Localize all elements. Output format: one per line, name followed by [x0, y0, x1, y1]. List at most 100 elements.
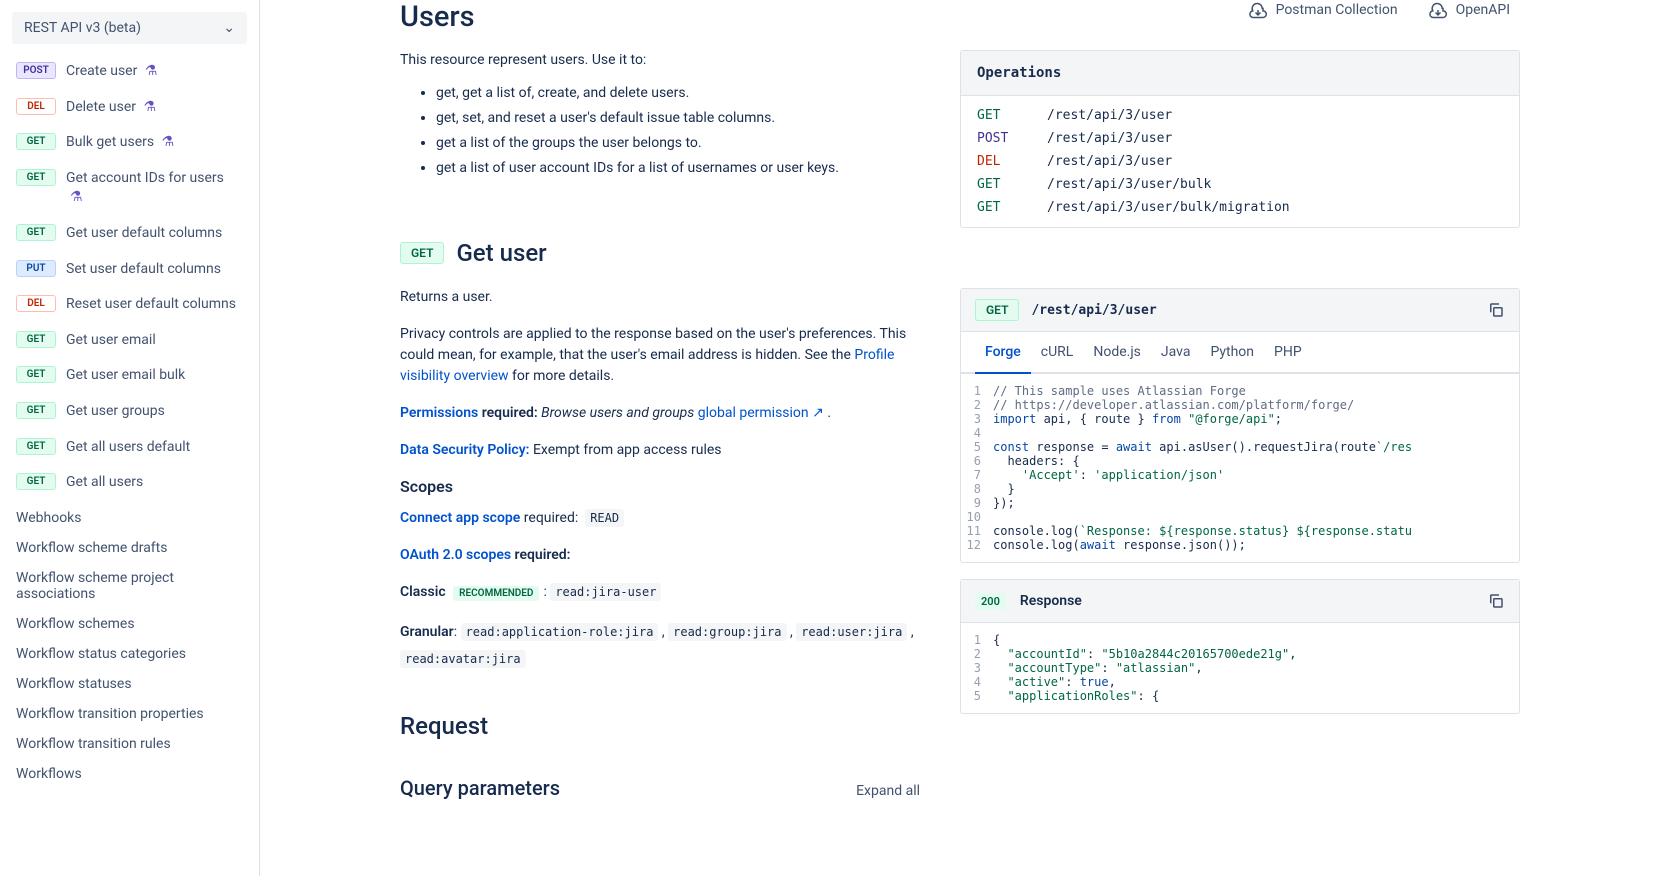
sidebar-item[interactable]: Workflow transition rules [12, 729, 247, 759]
op-method: DEL [977, 154, 1017, 169]
nav-label: Reset user default columns [66, 295, 236, 315]
method-badge: GET [16, 133, 56, 150]
openapi-button[interactable]: OpenAPI [1428, 0, 1510, 20]
sidebar-item[interactable]: GET Get user groups [12, 396, 247, 428]
sidebar-item[interactable]: DEL Reset user default columns [12, 289, 247, 321]
code-tab[interactable]: PHP [1264, 332, 1312, 374]
response-panel: 200 Response 1{ 2 "accountId": "5b10a284… [960, 579, 1520, 714]
request-heading: Request [400, 712, 920, 740]
sidebar-item[interactable]: Workflow statuses [12, 669, 247, 699]
sidebar-item[interactable]: GET Get all users default [12, 432, 247, 464]
code-tab[interactable]: cURL [1031, 332, 1084, 374]
sidebar-item[interactable]: Workflow scheme project associations [12, 563, 247, 609]
chevron-down-icon: ⌄ [223, 20, 235, 36]
flask-icon: ⚗ [145, 63, 158, 79]
method-badge: GET [16, 473, 56, 490]
connect-scope-code: READ [585, 509, 624, 527]
scopes-heading: Scopes [400, 477, 920, 496]
cloud-download-icon [1428, 0, 1448, 20]
status-badge: 200 [975, 593, 1006, 610]
sidebar-item[interactable]: GET Bulk get users ⚗ [12, 127, 247, 159]
code-tab[interactable]: Forge [975, 332, 1031, 374]
page-title: Users [400, 0, 920, 34]
dsp-link[interactable]: Data Security Policy: [400, 442, 530, 458]
method-badge: DEL [16, 295, 56, 312]
sidebar-item[interactable]: DELDelete user ⚗ [12, 92, 247, 124]
sidebar-item[interactable]: Workflow transition properties [12, 699, 247, 729]
method-badge: GET [16, 402, 56, 419]
operation-row[interactable]: GET/rest/api/3/user/bulk [977, 173, 1503, 196]
intro-text: This resource represent users. Use it to… [400, 50, 920, 71]
sidebar-item[interactable]: GETGet user default columns [12, 218, 247, 250]
flask-icon: ⚗ [144, 99, 157, 115]
api-version-label: REST API v3 (beta) [24, 20, 141, 36]
copy-icon[interactable] [1487, 301, 1505, 319]
operation-row[interactable]: POST/rest/api/3/user [977, 127, 1503, 150]
dsp-line: Data Security Policy: Exempt from app ac… [400, 440, 920, 461]
sidebar-item[interactable]: GETGet user email [12, 325, 247, 357]
op-path: /rest/api/3/user/bulk/migration [1047, 200, 1290, 215]
nav-label: Get user email bulk [66, 366, 185, 386]
op-path: /rest/api/3/user [1047, 108, 1172, 123]
method-badge: POST [16, 62, 56, 79]
code-tab[interactable]: Node.js [1083, 332, 1151, 374]
code-tab[interactable]: Python [1200, 332, 1264, 374]
api-version-dropdown[interactable]: REST API v3 (beta) ⌄ [12, 12, 247, 44]
nav-label: Get user groups [66, 402, 165, 422]
sidebar-item[interactable]: GET Get user email bulk [12, 360, 247, 392]
sidebar: REST API v3 (beta) ⌄ POST Create user ⚗ DE… [0, 0, 260, 876]
sidebar-item[interactable]: POST Create user ⚗ [12, 56, 247, 88]
operation-row[interactable]: GET/rest/api/3/user/bulk/migration [977, 196, 1503, 219]
operations-header: Operations [961, 51, 1519, 96]
op-method: GET [977, 177, 1017, 192]
op-path: /rest/api/3/user [1047, 131, 1172, 146]
permissions-link[interactable]: Permissions [400, 405, 478, 421]
op-path: /rest/api/3/user/bulk [1047, 177, 1211, 192]
sidebar-item[interactable]: GETGet account IDs for users ⚗ [12, 163, 247, 214]
nav-label: Bulk get users ⚗ [66, 133, 174, 153]
postman-collection-button[interactable]: Postman Collection [1248, 0, 1398, 20]
permissions-line: Permissions required: Browse users and g… [400, 403, 920, 424]
cloud-download-icon [1248, 0, 1268, 20]
nav-label: Get all users default [66, 438, 190, 458]
operation-row[interactable]: DEL/rest/api/3/user [977, 150, 1503, 173]
response-label: Response [1020, 593, 1473, 609]
oauth-scopes-link[interactable]: OAuth 2.0 scopes [400, 547, 511, 563]
code-sample: 1// This sample uses Atlassian Forge 2//… [961, 374, 1519, 562]
flask-icon: ⚗ [162, 134, 175, 150]
response-sample: 1{ 2 "accountId": "5b10a2844c20165700ede… [961, 623, 1519, 713]
classic-scope-line: Classic RECOMMENDED: read:jira-user [400, 582, 920, 603]
global-permission-link[interactable]: global permission ↗ [698, 405, 824, 421]
sidebar-item[interactable]: Workflow schemes [12, 609, 247, 639]
code-tab[interactable]: Java [1151, 332, 1201, 374]
nav-label: Get all users [66, 473, 143, 493]
sidebar-item[interactable]: GET Get all users [12, 467, 247, 499]
code-sample-panel: GET /rest/api/3/user ForgecURLNode.jsJav… [960, 288, 1520, 563]
granular-scope-line: Granular: read:application-role:jira , r… [400, 619, 920, 672]
oauth-scope-line: OAuth 2.0 scopes required: [400, 545, 920, 566]
sidebar-item[interactable]: PUTSet user default columns [12, 254, 247, 286]
operations-panel: Operations GET/rest/api/3/userPOST/rest/… [960, 50, 1520, 228]
nav-label: Get user default columns [66, 224, 222, 244]
op-path: /rest/api/3/user [1047, 154, 1172, 169]
endpoint-desc: Returns a user. [400, 287, 920, 308]
method-badge: DEL [16, 98, 56, 115]
operation-row[interactable]: GET/rest/api/3/user [977, 104, 1503, 127]
sidebar-item[interactable]: Workflow scheme drafts [12, 533, 247, 563]
method-badge: GET [16, 331, 56, 348]
sidebar-item[interactable]: Workflow status categories [12, 639, 247, 669]
op-method: GET [977, 200, 1017, 215]
method-badge: GET [16, 438, 56, 455]
flask-icon: ⚗ [70, 189, 83, 205]
nav-label: Set user default columns [66, 260, 221, 280]
expand-all-button[interactable]: Expand all [856, 783, 920, 799]
sample-path: /rest/api/3/user [1031, 303, 1475, 318]
sidebar-item[interactable]: Webhooks [12, 503, 247, 533]
endpoint-method-badge: GET [400, 242, 444, 264]
method-badge: GET [16, 366, 56, 383]
sidebar-item[interactable]: Workflows [12, 759, 247, 789]
connect-scope-link[interactable]: Connect app scope [400, 510, 520, 526]
connect-scope-line: Connect app scope required: READ [400, 508, 920, 529]
nav-label: Create user ⚗ [66, 62, 157, 82]
copy-icon[interactable] [1487, 592, 1505, 610]
